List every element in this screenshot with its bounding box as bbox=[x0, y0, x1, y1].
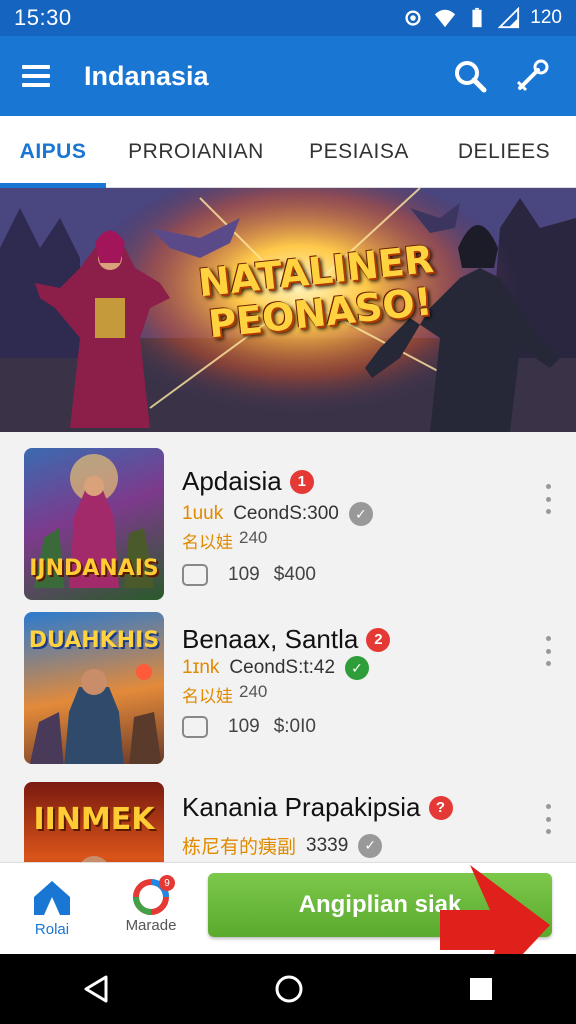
wifi-icon bbox=[435, 9, 456, 28]
battery-icon bbox=[472, 7, 482, 28]
back-icon[interactable] bbox=[82, 974, 110, 1004]
app-bar: Indanasia bbox=[0, 36, 576, 116]
system-nav-bar bbox=[0, 954, 576, 1024]
comment-count: 109 bbox=[228, 564, 260, 585]
wrench-icon bbox=[516, 59, 549, 92]
list-item[interactable]: DUAHKHIS Benaax, Santla 2 1ɪnk CeondS:t:… bbox=[0, 612, 576, 782]
tab-deliees[interactable]: DELIEES bbox=[432, 116, 576, 188]
meta-text: 240 bbox=[239, 528, 268, 547]
game-thumbnail: IINMEK bbox=[24, 782, 164, 862]
cta-label: Angiplian siak bbox=[298, 891, 462, 918]
game-thumbnail: IJNDANAIS bbox=[24, 448, 164, 600]
game-stats: 109 $:0I0 bbox=[182, 716, 316, 738]
more-options-icon[interactable] bbox=[540, 636, 556, 666]
meta-tag: 1ɪnk bbox=[182, 657, 220, 678]
game-title: Apdaisia 1 bbox=[182, 466, 314, 497]
more-options-icon[interactable] bbox=[540, 804, 556, 834]
home-circle-icon[interactable] bbox=[274, 974, 304, 1004]
meta-text: CeondS:t:42 bbox=[229, 657, 336, 678]
game-price: $400 bbox=[273, 564, 316, 585]
tab-prroianian[interactable]: PRROIANIAN bbox=[106, 116, 286, 188]
meta-tag: 名以娃 bbox=[182, 687, 233, 706]
game-meta-line-1: 栋尼有的痍副 3339 ✓ bbox=[182, 832, 383, 859]
search-button[interactable] bbox=[448, 54, 492, 98]
meta-text: 240 bbox=[239, 682, 268, 701]
game-title: Benaax, Santla 2 bbox=[182, 624, 391, 655]
app-logo-icon: 9 bbox=[131, 875, 175, 917]
status-bar: 15:30 120 bbox=[0, 0, 576, 36]
home-icon bbox=[34, 881, 70, 915]
comment-icon bbox=[182, 564, 208, 586]
meta-text: 3339 bbox=[306, 834, 349, 856]
tab-label: AIPUS bbox=[19, 139, 87, 163]
comment-icon bbox=[182, 716, 208, 738]
notification-badge: 2 bbox=[366, 627, 391, 652]
verified-icon: ✓ bbox=[345, 656, 370, 680]
list-item[interactable]: IJNDANAIS Apdaisia 1 1uuk CeondS:300 ✓ 名… bbox=[0, 446, 576, 616]
game-title-text: Apdaisia bbox=[182, 466, 282, 496]
game-meta-line-2: 名以娃 240 bbox=[182, 682, 267, 707]
game-title-text: Benaax, Santla bbox=[182, 624, 359, 654]
nav-home[interactable]: Rolai bbox=[12, 877, 92, 938]
nav-center[interactable]: 9 Marade bbox=[111, 875, 191, 934]
tools-button[interactable] bbox=[510, 54, 554, 98]
notification-badge: ? bbox=[428, 795, 453, 820]
search-icon bbox=[455, 61, 487, 93]
tab-bar: AIPUS PRROIANIAN PESIAISA DELIEES bbox=[0, 116, 576, 188]
meta-tag: 栋尼有的痍副 bbox=[182, 837, 297, 858]
nav-badge: 9 bbox=[159, 875, 175, 891]
meta-tag: 名以娃 bbox=[182, 533, 233, 552]
app-title: Indanasia bbox=[84, 60, 209, 91]
thumbnail-title: IJNDANAIS bbox=[29, 556, 159, 581]
notification-badge: 1 bbox=[289, 469, 314, 494]
meta-text: CeondS:300 bbox=[233, 503, 339, 524]
thumbnail-title: DUAHKHIS bbox=[28, 628, 160, 653]
game-title: Kanania Prapakipsia ? bbox=[182, 792, 453, 823]
tab-label: PESIAISA bbox=[309, 139, 409, 163]
bluetooth-icon bbox=[405, 10, 421, 26]
nav-center-label: Marade bbox=[125, 917, 177, 934]
game-list: IJNDANAIS Apdaisia 1 1uuk CeondS:300 ✓ 名… bbox=[0, 432, 576, 862]
more-options-icon[interactable] bbox=[540, 484, 556, 514]
game-stats: 109 $400 bbox=[182, 564, 316, 586]
game-price: $:0I0 bbox=[273, 716, 316, 737]
battery-level: 120 bbox=[530, 7, 562, 28]
tab-label: DELIEES bbox=[457, 139, 551, 163]
recents-icon[interactable] bbox=[468, 976, 494, 1002]
thumbnail-title: IINMEK bbox=[33, 802, 155, 837]
status-time: 15:30 bbox=[14, 5, 72, 30]
tab-label: PRROIANIAN bbox=[128, 139, 264, 163]
game-thumbnail: DUAHKHIS bbox=[24, 612, 164, 764]
meta-tag: 1uuk bbox=[182, 503, 224, 524]
comment-count: 109 bbox=[228, 716, 260, 737]
game-title-text: Kanania Prapakipsia bbox=[182, 792, 421, 822]
verified-icon: ✓ bbox=[348, 502, 373, 526]
featured-banner[interactable]: NATALINER PEONASO! bbox=[0, 188, 576, 432]
nav-home-label: Rolai bbox=[34, 921, 70, 938]
tab-pesiaisa[interactable]: PESIAISA bbox=[286, 116, 432, 188]
verified-icon: ✓ bbox=[358, 833, 383, 858]
tab-aipus[interactable]: AIPUS bbox=[0, 116, 106, 188]
game-meta-line-1: 1uuk CeondS:300 ✓ bbox=[182, 502, 373, 526]
game-meta-line-2: 名以娃 240 bbox=[182, 528, 267, 553]
game-meta-line-1: 1ɪnk CeondS:t:42 ✓ bbox=[182, 656, 370, 680]
menu-icon[interactable] bbox=[22, 64, 50, 88]
signal-icon bbox=[498, 7, 520, 29]
